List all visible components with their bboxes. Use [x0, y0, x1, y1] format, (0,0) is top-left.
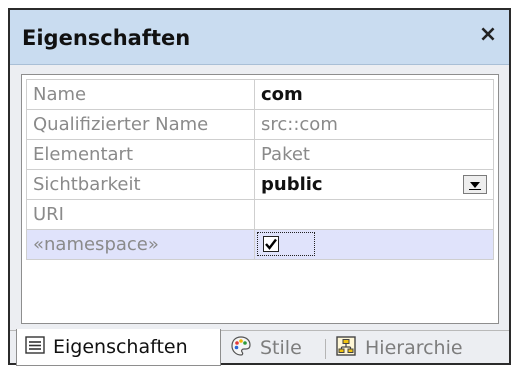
tab-separator [325, 339, 326, 359]
name-value-field[interactable]: com [254, 79, 494, 110]
visibility-dropdown[interactable]: public [254, 169, 494, 200]
tab-stile[interactable]: Stile [230, 331, 302, 365]
tab-label: Hierarchie [365, 337, 463, 359]
property-row-uri[interactable]: URI [26, 199, 494, 230]
property-row-visibility[interactable]: Sichtbarkeit public [26, 169, 494, 200]
namespace-checkbox[interactable] [263, 236, 279, 252]
element-kind-value: Paket [254, 139, 494, 170]
namespace-value[interactable] [254, 229, 494, 260]
tab-label: Stile [260, 337, 302, 359]
property-row-element-kind[interactable]: Elementart Paket [26, 139, 494, 170]
qualified-name-value: src::com [254, 109, 494, 140]
properties-list-icon [25, 335, 45, 359]
property-name: Name [26, 79, 255, 110]
window-title: Eigenschaften [22, 26, 191, 50]
window-titlebar: Eigenschaften × [10, 10, 509, 65]
property-name: Elementart [26, 139, 255, 170]
close-icon[interactable]: × [477, 22, 499, 48]
property-grid: Name com Qualifizierter Name src::com El… [21, 74, 499, 324]
tab-bar: Eigenschaften Stile Hierarchie [10, 329, 509, 366]
tab-label: Eigenschaften [53, 336, 188, 358]
visibility-value: public [261, 174, 323, 195]
property-row-name[interactable]: Name com [26, 79, 494, 110]
tab-eigenschaften[interactable]: Eigenschaften [16, 329, 221, 366]
property-name: Qualifizierter Name [26, 109, 255, 140]
property-row-qualified-name[interactable]: Qualifizierter Name src::com [26, 109, 494, 140]
property-name: URI [26, 199, 255, 230]
tab-hierarchie[interactable]: Hierarchie [335, 331, 463, 365]
uri-value-field[interactable] [254, 199, 494, 230]
property-name: «namespace» [26, 229, 255, 260]
palette-icon [230, 335, 252, 362]
dropdown-arrow-icon[interactable] [463, 175, 487, 194]
properties-window: Eigenschaften × Name com Qualifizierter … [8, 8, 511, 366]
hierarchy-icon [335, 335, 357, 362]
checkbox-focus [257, 232, 315, 256]
property-name: Sichtbarkeit [26, 169, 255, 200]
checkmark-icon [265, 238, 277, 250]
property-row-namespace[interactable]: «namespace» [26, 229, 494, 260]
